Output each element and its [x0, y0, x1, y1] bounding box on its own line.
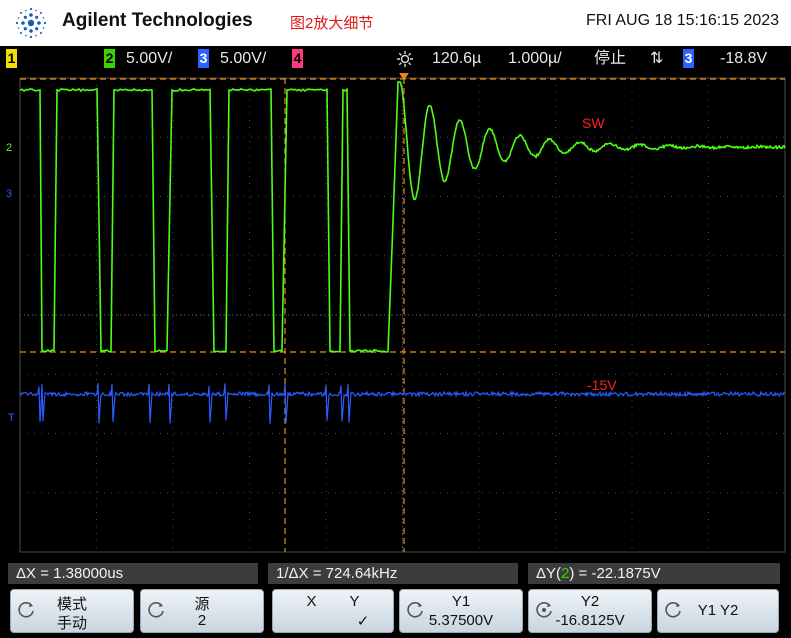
- waveform-display[interactable]: SW -15V 2 3 T: [0, 72, 791, 560]
- date-time: FRI AUG 18 15:16:15 2023: [586, 12, 779, 30]
- time-per-div: 1.000µ/: [508, 49, 562, 68]
- y2-softkey-value: -16.8125V: [529, 612, 651, 629]
- timebase-sun-icon: [396, 50, 414, 68]
- run-state: 停止: [594, 49, 626, 68]
- channel-3-badge[interactable]: 3: [198, 49, 209, 68]
- inverse-delta-x-readout: 1/ΔX = 724.64kHz: [268, 563, 518, 584]
- y1-softkey-title: Y1: [400, 593, 522, 610]
- y1-y2-softkey[interactable]: Y1 Y2: [657, 589, 779, 633]
- channel-1-badge[interactable]: 1: [6, 49, 17, 68]
- agilent-spark-logo-icon: [14, 6, 48, 40]
- y2-cursor-softkey[interactable]: Y2 -16.8125V: [528, 589, 652, 633]
- mode-softkey-title: 模式: [11, 593, 133, 614]
- channel-3-ground-marker: 3: [6, 188, 12, 200]
- cursor-lines: [20, 78, 785, 552]
- xy-softkey-title: X Y: [273, 593, 393, 610]
- delta-x-readout: ΔX = 1.38000us: [8, 563, 258, 584]
- graticule-grid: [20, 78, 785, 552]
- delta-y-readout: ΔY(2) = -22.1875V: [528, 563, 780, 584]
- trigger-channel-badge: 3: [683, 49, 694, 68]
- xy-softkey-check: ✓: [273, 612, 393, 630]
- y1-softkey-value: 5.37500V: [400, 612, 522, 629]
- y1-y2-softkey-title: Y1 Y2: [658, 602, 778, 619]
- mode-softkey-value: 手动: [11, 612, 133, 633]
- sw-label: SW: [582, 115, 605, 131]
- source-softkey-title: 源: [141, 593, 263, 614]
- source-softkey[interactable]: 源 2: [140, 589, 264, 633]
- softkey-menu: 模式 手动 源 2 X Y ✓ Y1 5.37500V Y2 -16.8125V…: [0, 588, 791, 638]
- mode-softkey[interactable]: 模式 手动: [10, 589, 134, 633]
- source-softkey-value: 2: [141, 612, 263, 629]
- trigger-slope-icon: ⇅: [650, 49, 663, 68]
- y1-cursor-softkey[interactable]: Y1 5.37500V: [399, 589, 523, 633]
- brand-name: Agilent Technologies: [62, 10, 253, 32]
- waveform-svg: SW -15V 2 3 T: [0, 72, 791, 560]
- header-bar: Agilent Technologies 图2放大细节 FRI AUG 18 1…: [0, 0, 791, 44]
- channel-3-scale: 5.00V/: [220, 49, 266, 68]
- annotation-note: 图2放大细节: [290, 12, 373, 33]
- channel-2-badge[interactable]: 2: [104, 49, 115, 68]
- cursor-measurements-bar: ΔX = 1.38000us 1/ΔX = 724.64kHz ΔY(2) = …: [0, 560, 791, 588]
- channel-2-scale: 5.00V/: [126, 49, 172, 68]
- trigger-level-marker: T: [8, 412, 15, 424]
- timebase-delay: 120.6µ: [432, 49, 481, 68]
- channel-2-ground-marker: 2: [6, 142, 12, 154]
- channel-4-badge[interactable]: 4: [292, 49, 303, 68]
- minus-15v-label: -15V: [587, 377, 617, 393]
- xy-cursor-softkey[interactable]: X Y ✓: [272, 589, 394, 633]
- channel-status-bar: 1 2 5.00V/ 3 5.00V/ 4 120.6µ 1.000µ/ 停止 …: [0, 46, 791, 72]
- trigger-level: -18.8V: [720, 49, 767, 68]
- channel-3-trace: [20, 383, 785, 424]
- y2-softkey-title: Y2: [529, 593, 651, 610]
